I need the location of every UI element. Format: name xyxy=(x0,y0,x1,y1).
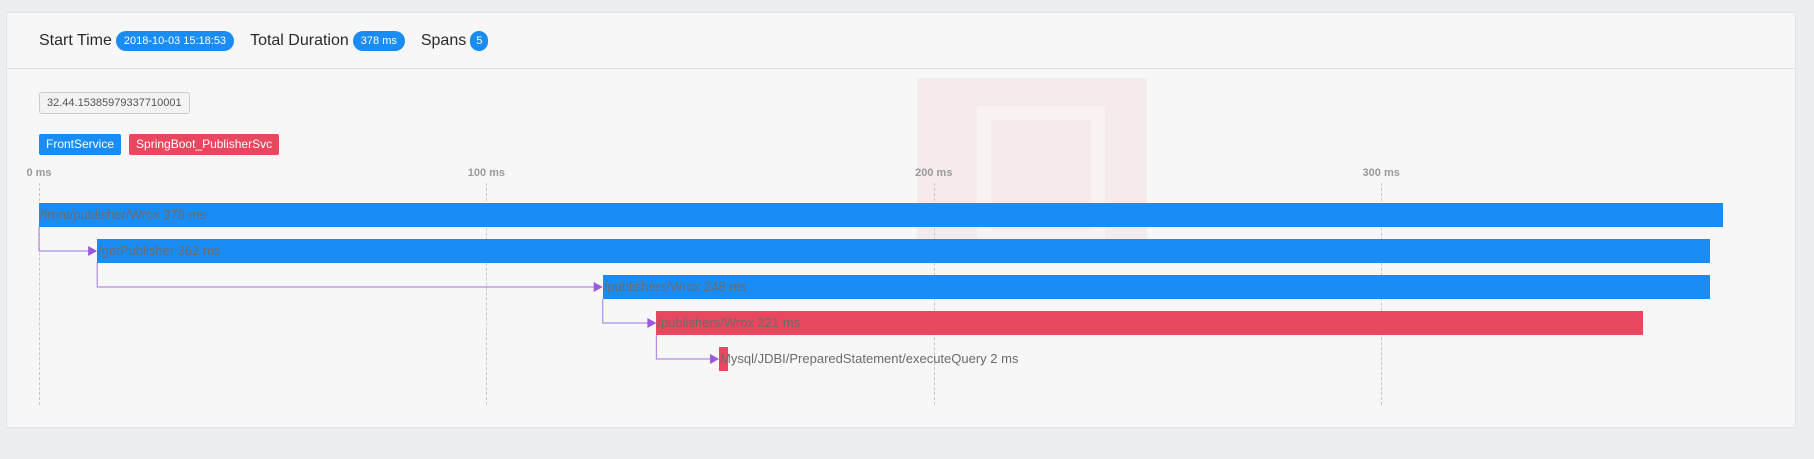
span-connector-arrow xyxy=(647,318,657,328)
total-duration-badge: 378 ms xyxy=(352,30,405,51)
span-connector-line xyxy=(96,263,596,288)
span-connector-line xyxy=(602,299,650,324)
start-time-label: Start Time xyxy=(39,31,112,49)
trace-panel: Start Time 2018-10-03 15:18:53 Total Dur… xyxy=(6,12,1796,428)
span-connector-arrow xyxy=(88,246,98,256)
trace-id-select[interactable]: 32.44.15385979337710001 xyxy=(39,92,190,114)
legend-front-service: FrontService xyxy=(39,134,122,155)
span-connectors xyxy=(38,227,720,364)
spans-count-badge: 5 xyxy=(470,30,489,51)
start-time-badge: 2018-10-03 15:18:53 xyxy=(115,30,235,51)
span-connector-line xyxy=(38,227,91,252)
service-legend: FrontService SpringBoot_PublisherSvc xyxy=(39,134,280,155)
trace-header: Start Time 2018-10-03 15:18:53 Total Dur… xyxy=(7,13,1795,69)
trace-timeline: 0 ms 100 ms 200 ms 300 ms/front/publisher/W… xyxy=(7,153,1795,413)
legend-springboot-publisher-svc: SpringBoot_PublisherSvc xyxy=(129,134,280,155)
total-duration-label: Total Duration xyxy=(250,31,349,49)
span-connector-arrow xyxy=(710,354,720,364)
span-connector-arrow xyxy=(593,282,603,292)
spans-label: Spans xyxy=(420,31,467,49)
span-connector-line xyxy=(655,335,713,360)
